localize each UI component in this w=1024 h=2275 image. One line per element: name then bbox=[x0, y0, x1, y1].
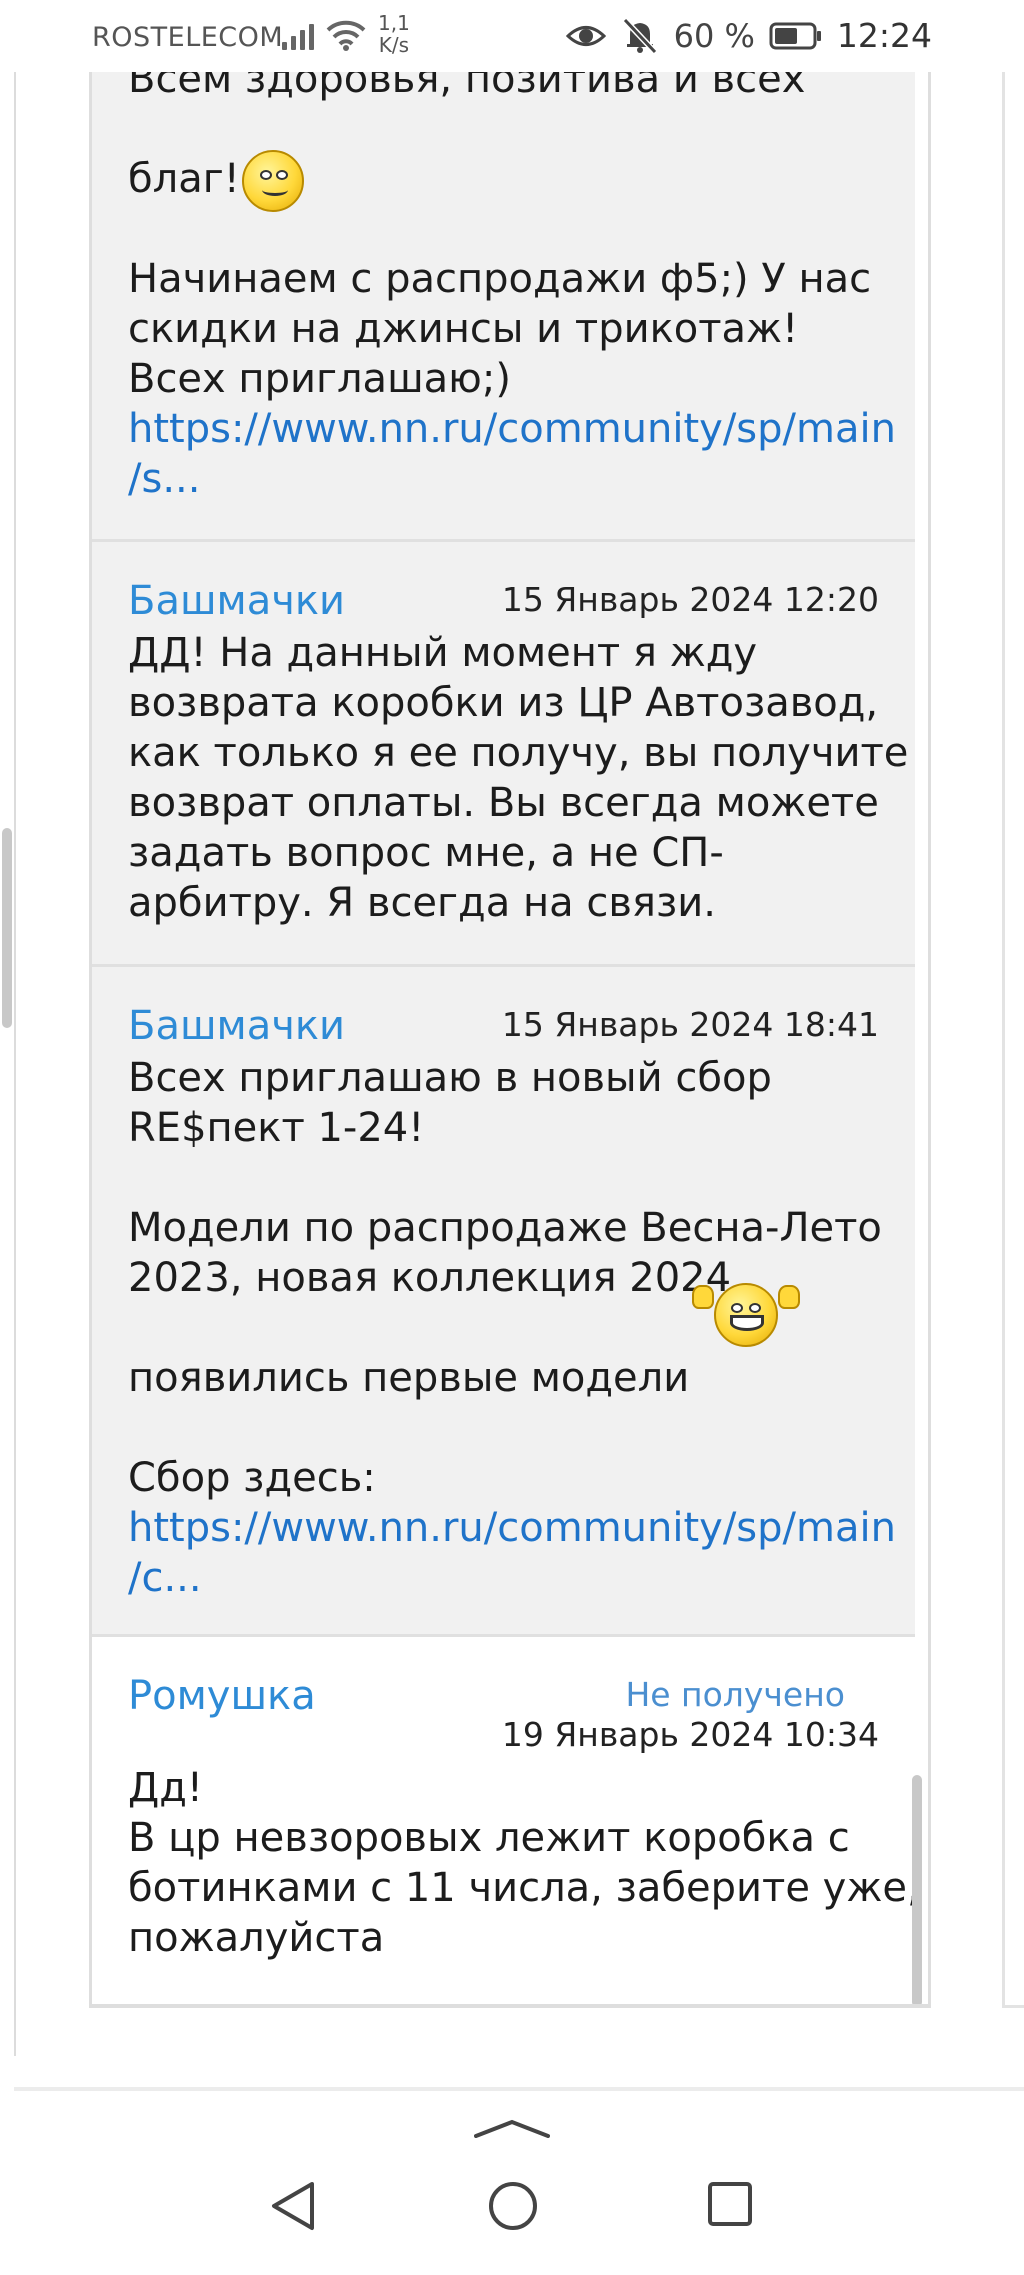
message-text: появились первые модели bbox=[128, 1355, 690, 1401]
smiley-icon bbox=[242, 150, 304, 212]
side-panel-edge bbox=[1002, 72, 1024, 2008]
message-text: скидки на джинсы и трикотаж! bbox=[128, 306, 799, 352]
message-text: пожалуйста bbox=[128, 1915, 385, 1961]
net-speed: 1,1 K/s bbox=[378, 12, 410, 56]
net-speed-unit: K/s bbox=[378, 33, 410, 57]
message-link[interactable]: /s... bbox=[128, 454, 908, 504]
message-text: ДД! На данный момент я жду bbox=[128, 630, 758, 676]
message-item: Ромушка Не получено 19 Январь 2024 10:34… bbox=[92, 1637, 920, 2004]
battery-icon bbox=[769, 22, 821, 49]
wifi-icon bbox=[326, 20, 366, 51]
message-list-scrollbar[interactable] bbox=[912, 1775, 922, 2004]
message-text: возврат оплаты. Вы всегда можете bbox=[128, 780, 879, 826]
message-text: В цр невзоровых лежит коробка с bbox=[128, 1815, 850, 1861]
message-list[interactable]: Всем здоровья, позитива и всех благ! Нач… bbox=[89, 72, 931, 2008]
cheering-smiley-icon bbox=[692, 1279, 802, 1349]
message-item: Башмачки 15 Январь 2024 18:41 Всех пригл… bbox=[92, 967, 915, 1637]
message-text: арбитру. Я всегда на связи. bbox=[128, 880, 716, 926]
message-date: 15 Январь 2024 12:20 bbox=[501, 580, 879, 619]
net-speed-value: 1,1 bbox=[378, 11, 410, 35]
message-date: 15 Январь 2024 18:41 bbox=[501, 1005, 879, 1044]
message-text: ботинками с 11 числа, заберите уже, bbox=[128, 1865, 920, 1911]
page-scrollbar[interactable] bbox=[2, 828, 12, 1028]
message-text: Дд! bbox=[128, 1765, 203, 1811]
signal-icon bbox=[282, 22, 314, 50]
message-text: возврата коробки из ЦР Автозавод, bbox=[128, 680, 879, 726]
status-bar: ROSTELECOM 1,1 K/s 60 % 12:24 bbox=[0, 0, 1024, 72]
divider bbox=[14, 2087, 1024, 2091]
message-author[interactable]: Башмачки bbox=[128, 1003, 345, 1049]
message-text: Модели по распродаже Весна-Лето bbox=[128, 1205, 882, 1251]
message-link[interactable]: https://www.nn.ru/community/sp/main bbox=[128, 1503, 908, 1553]
message-text: задать вопрос мне, а не СП- bbox=[128, 830, 724, 876]
battery-percent: 60 % bbox=[673, 16, 755, 55]
chevron-up-icon[interactable] bbox=[474, 2118, 550, 2138]
delivery-status: Не получено bbox=[625, 1675, 845, 1714]
back-triangle-icon[interactable] bbox=[268, 2180, 318, 2232]
message-author[interactable]: Ромушка bbox=[128, 1673, 316, 1719]
message-link[interactable]: /c... bbox=[128, 1553, 908, 1603]
recent-square-icon[interactable] bbox=[706, 2180, 754, 2228]
carrier-name: ROSTELECOM bbox=[92, 22, 284, 53]
eye-icon bbox=[565, 25, 606, 46]
message-text: Сбор здесь: bbox=[128, 1455, 376, 1501]
message-text: Начинаем с распродажи ф5;) У нас bbox=[128, 256, 872, 302]
message-link[interactable]: https://www.nn.ru/community/sp/main bbox=[128, 404, 908, 454]
message-text: Всем здоровья, позитива и всех bbox=[128, 72, 806, 102]
message-text: как только я ее получу, вы получите bbox=[128, 730, 909, 776]
message-item: Всем здоровья, позитива и всех благ! Нач… bbox=[92, 72, 915, 542]
message-date: 19 Январь 2024 10:34 bbox=[501, 1715, 879, 1754]
mute-bell-icon bbox=[622, 17, 657, 54]
message-text: Всех приглашаю;) bbox=[128, 356, 511, 402]
message-text: RE$пект 1-24! bbox=[128, 1105, 425, 1151]
message-author[interactable]: Башмачки bbox=[128, 578, 345, 624]
clock: 12:24 bbox=[836, 16, 932, 55]
message-text: Всех приглашаю в новый сбор bbox=[128, 1055, 772, 1101]
message-item: Башмачки 15 Январь 2024 12:20 ДД! На дан… bbox=[92, 542, 915, 967]
home-circle-icon[interactable] bbox=[487, 2180, 539, 2232]
